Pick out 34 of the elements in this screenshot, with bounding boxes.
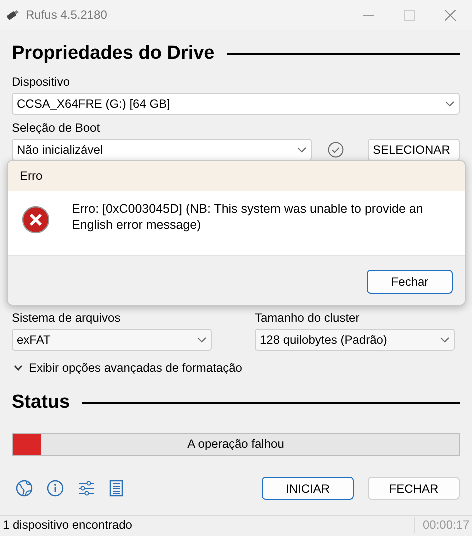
field-label: Dispositivo — [12, 74, 72, 90]
log-icon[interactable] — [109, 480, 124, 497]
chevron-down-icon — [445, 100, 455, 106]
advanced-options-toggle[interactable]: Exibir opções avançadas de formatação — [12, 358, 242, 376]
chevron-down-icon — [197, 336, 207, 342]
usb-drive-icon — [6, 9, 20, 21]
progress-status-text: A operação falhou — [186, 436, 286, 453]
close-icon[interactable] — [445, 10, 456, 20]
action-button[interactable]: INICIAR — [262, 477, 354, 500]
field-label: Sistema de arquivos — [12, 310, 122, 326]
chevron-down-icon — [440, 336, 450, 342]
globe-icon[interactable] — [16, 480, 33, 497]
error-icon — [22, 206, 50, 234]
select-button[interactable]: SELECIONAR — [368, 138, 460, 160]
cluster-size-dropdown[interactable]: 128 quilobytes (Padrão) — [255, 328, 455, 350]
dialog-title: Erro — [8, 161, 465, 191]
section-heading: Propriedades do Drive — [12, 42, 215, 66]
file-system-dropdown[interactable]: exFAT — [12, 328, 212, 350]
chevron-down-icon — [14, 364, 23, 370]
window-title: Rufus 4.5.2180 — [26, 7, 108, 24]
field-label: Seleção de Boot — [12, 120, 102, 136]
settings-sliders-icon[interactable] — [78, 480, 95, 497]
boot-selection-dropdown[interactable]: Não inicializável — [12, 138, 312, 160]
chevron-down-icon — [297, 146, 307, 152]
action-button[interactable]: FECHAR — [368, 477, 460, 500]
error-message: Erro: [0xC003045D] (NB: This system was unable to provide an English error message) — [72, 201, 424, 234]
info-icon[interactable] — [47, 480, 64, 497]
section-heading: Status — [12, 390, 70, 414]
field-label: Tamanho do cluster — [255, 310, 361, 326]
check-icon[interactable] — [328, 142, 344, 158]
device-dropdown[interactable]: CCSA_X64FRE (G:) [64 GB] — [12, 92, 460, 114]
elapsed-time: 00:00:17 — [414, 517, 472, 533]
status-message: 1 dispositivo encontrado — [2, 517, 134, 533]
close-button[interactable]: Fechar — [367, 270, 453, 294]
